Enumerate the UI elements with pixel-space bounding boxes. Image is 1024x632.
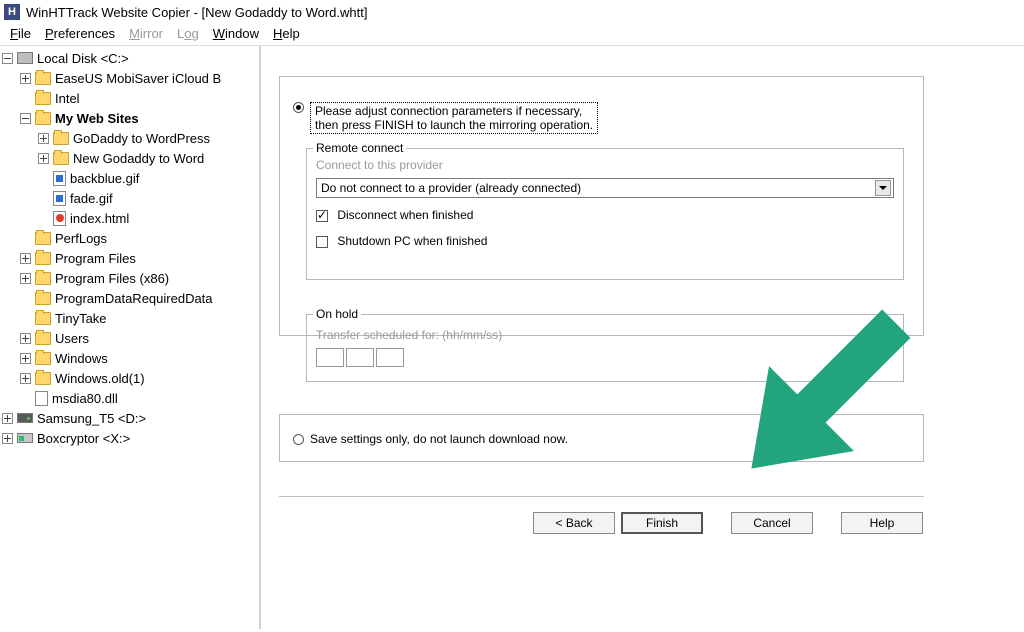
wizard-panel: Please adjust connection parameters if n… bbox=[261, 46, 1024, 629]
folder-icon bbox=[35, 312, 51, 325]
tree-item: Program Files (x86) bbox=[2, 268, 259, 288]
remote-hint: Connect to this provider bbox=[316, 158, 443, 172]
radio-launch[interactable] bbox=[293, 102, 304, 113]
label-shutdown: Shutdown PC when finished bbox=[337, 234, 487, 248]
tree-item: Program Files bbox=[2, 248, 259, 268]
instruction-text: Please adjust connection parameters if n… bbox=[310, 102, 598, 134]
drive-icon bbox=[17, 433, 33, 443]
folder-icon bbox=[35, 332, 51, 345]
folder-icon bbox=[35, 252, 51, 265]
drive-icon bbox=[17, 413, 33, 423]
menu-help[interactable]: Help bbox=[273, 26, 300, 41]
remote-legend: Remote connect bbox=[313, 141, 406, 155]
cancel-button[interactable]: Cancel bbox=[731, 512, 813, 534]
folder-icon bbox=[35, 92, 51, 105]
help-button[interactable]: Help bbox=[841, 512, 923, 534]
tree-item: GoDaddy to WordPress bbox=[2, 128, 259, 148]
tree-item: EaseUS MobiSaver iCloud B bbox=[2, 68, 259, 88]
radio-save-only[interactable] bbox=[293, 434, 304, 445]
folder-icon bbox=[53, 152, 69, 165]
title-bar: H WinHTTrack Website Copier - [New Godad… bbox=[0, 0, 1024, 24]
app-icon: H bbox=[4, 4, 20, 20]
tree-root: Local Disk <C:> bbox=[2, 48, 259, 68]
folder-icon bbox=[53, 132, 69, 145]
chevron-down-icon bbox=[875, 180, 891, 196]
html-icon bbox=[53, 211, 66, 226]
menu-bar: File Preferences Mirror Log Window Help bbox=[0, 24, 1024, 45]
provider-value: Do not connect to a provider (already co… bbox=[321, 181, 581, 195]
label-disconnect: Disconnect when finished bbox=[337, 208, 473, 222]
disk-icon bbox=[17, 52, 33, 64]
window-title: WinHTTrack Website Copier - [New Godaddy… bbox=[26, 5, 367, 20]
separator bbox=[279, 496, 924, 497]
tree-item: Users bbox=[2, 328, 259, 348]
folder-icon bbox=[35, 112, 51, 125]
gif-icon bbox=[53, 171, 66, 186]
checkbox-shutdown[interactable] bbox=[316, 236, 328, 248]
tree-item: Boxcryptor <X:> bbox=[2, 428, 259, 448]
folder-icon bbox=[35, 372, 51, 385]
tree-item: msdia80.dll bbox=[2, 388, 259, 408]
menu-window[interactable]: Window bbox=[213, 26, 259, 41]
tree-item: PerfLogs bbox=[2, 228, 259, 248]
tree-item: Samsung_T5 <D:> bbox=[2, 408, 259, 428]
onhold-legend: On hold bbox=[313, 307, 361, 321]
tree-item: backblue.gif bbox=[2, 168, 259, 188]
tree-item: TinyTake bbox=[2, 308, 259, 328]
tree-item-selected: My Web Sites bbox=[2, 108, 259, 128]
tree-item: index.html bbox=[2, 208, 259, 228]
tree-item: Windows.old(1) bbox=[2, 368, 259, 388]
provider-select[interactable]: Do not connect to a provider (already co… bbox=[316, 178, 894, 198]
tree-item: Intel bbox=[2, 88, 259, 108]
menu-file[interactable]: File bbox=[10, 26, 31, 41]
menu-mirror[interactable]: Mirror bbox=[129, 26, 163, 41]
onhold-hint: Transfer scheduled for: (hh/mm/ss) bbox=[316, 328, 502, 342]
tree-item: Windows bbox=[2, 348, 259, 368]
folder-icon bbox=[35, 72, 51, 85]
checkbox-disconnect[interactable] bbox=[316, 210, 328, 222]
menu-preferences[interactable]: Preferences bbox=[45, 26, 115, 41]
menu-log[interactable]: Log bbox=[177, 26, 199, 41]
folder-icon bbox=[35, 352, 51, 365]
dll-icon bbox=[35, 391, 48, 406]
folder-tree[interactable]: Local Disk <C:> EaseUS MobiSaver iCloud … bbox=[0, 46, 261, 629]
input-ss[interactable] bbox=[376, 348, 404, 367]
input-hh[interactable] bbox=[316, 348, 344, 367]
label-save-only: Save settings only, do not launch downlo… bbox=[310, 432, 568, 446]
folder-icon bbox=[35, 292, 51, 305]
folder-icon bbox=[35, 272, 51, 285]
tree-item: ProgramDataRequiredData bbox=[2, 288, 259, 308]
finish-button[interactable]: Finish bbox=[621, 512, 703, 534]
back-button[interactable]: < Back bbox=[533, 512, 615, 534]
gif-icon bbox=[53, 191, 66, 206]
input-mm[interactable] bbox=[346, 348, 374, 367]
tree-item: New Godaddy to Word bbox=[2, 148, 259, 168]
folder-icon bbox=[35, 232, 51, 245]
tree-item: fade.gif bbox=[2, 188, 259, 208]
